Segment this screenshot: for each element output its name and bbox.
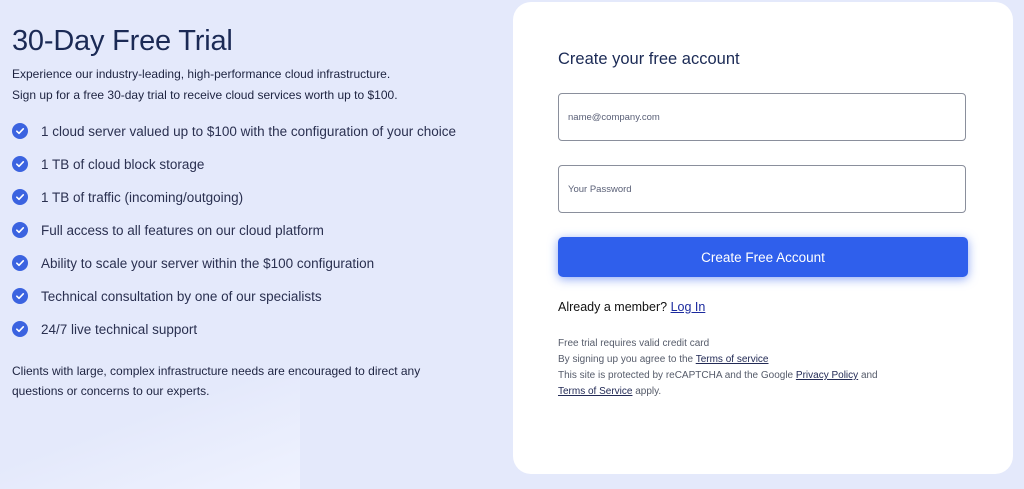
- feature-list: 1 cloud server valued up to $100 with th…: [12, 122, 472, 339]
- feature-item: 1 TB of traffic (incoming/outgoing): [12, 188, 472, 207]
- feature-item: 1 TB of cloud block storage: [12, 155, 472, 174]
- check-circle-icon: [12, 255, 28, 271]
- form-title: Create your free account: [558, 50, 740, 68]
- feature-text: Technical consultation by one of our spe…: [41, 289, 322, 304]
- feature-text: 1 cloud server valued up to $100 with th…: [41, 124, 457, 139]
- member-text: Already a member?: [558, 300, 668, 314]
- legal-apply: apply.: [635, 386, 662, 397]
- login-prompt: Already a member? Log In: [558, 300, 705, 314]
- intro-text: Experience our industry-leading, high-pe…: [12, 64, 472, 106]
- login-link[interactable]: Log In: [671, 300, 706, 314]
- feature-item: Technical consultation by one of our spe…: [12, 287, 472, 306]
- check-circle-icon: [12, 321, 28, 337]
- legal-line-3: This site is protected by reCAPTCHA and …: [558, 370, 794, 381]
- feature-item: 1 cloud server valued up to $100 with th…: [12, 122, 472, 141]
- page-title: 30-Day Free Trial: [12, 25, 233, 57]
- feature-item: Ability to scale your server within the …: [12, 254, 472, 273]
- feature-item: 24/7 live technical support: [12, 320, 472, 339]
- outro-text: Clients with large, complex infrastructu…: [12, 364, 421, 398]
- check-circle-icon: [12, 156, 28, 172]
- check-circle-icon: [12, 123, 28, 139]
- password-field[interactable]: [558, 165, 966, 213]
- privacy-policy-link[interactable]: Privacy Policy: [796, 370, 858, 381]
- legal-notice: Free trial requires valid credit card By…: [558, 336, 978, 400]
- legal-and: and: [860, 370, 878, 381]
- feature-text: Ability to scale your server within the …: [41, 256, 375, 271]
- signup-card: Create your free account Create Free Acc…: [513, 2, 1013, 474]
- create-account-button[interactable]: Create Free Account: [558, 237, 968, 277]
- legal-line-1: Free trial requires valid credit card: [558, 338, 710, 349]
- terms-link[interactable]: Terms of service: [696, 354, 769, 365]
- trial-info: 30-Day Free Trial Experience our industr…: [12, 24, 472, 401]
- feature-item: Full access to all features on our cloud…: [12, 221, 472, 240]
- check-circle-icon: [12, 288, 28, 304]
- terms-of-service-link[interactable]: Terms of Service: [558, 386, 632, 397]
- check-circle-icon: [12, 222, 28, 238]
- intro-line-1: Experience our industry-leading, high-pe…: [12, 67, 391, 81]
- feature-text: Full access to all features on our cloud…: [41, 223, 324, 238]
- check-circle-icon: [12, 189, 28, 205]
- legal-line-2: By signing up you agree to the: [558, 354, 694, 365]
- feature-text: 1 TB of traffic (incoming/outgoing): [41, 190, 244, 205]
- feature-text: 1 TB of cloud block storage: [41, 157, 205, 172]
- email-field[interactable]: [558, 93, 966, 141]
- intro-line-2: Sign up for a free 30-day trial to recei…: [12, 88, 398, 102]
- feature-text: 24/7 live technical support: [41, 322, 198, 337]
